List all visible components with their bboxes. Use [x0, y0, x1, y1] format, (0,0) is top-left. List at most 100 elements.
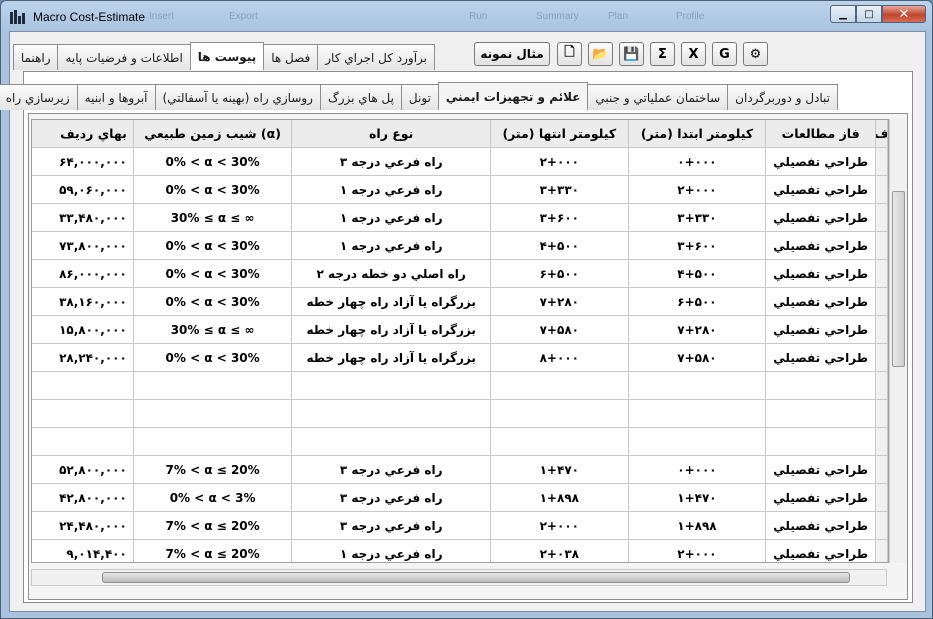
grid-cell[interactable]: راه فرعي درجه ۳: [292, 484, 491, 512]
grid-cell[interactable]: [628, 428, 767, 456]
table-row[interactable]: طراحي تفصيلي ۴+۵۰۰ ۶+۵۰۰ راه اصلي دو خطه در…: [32, 260, 888, 288]
horizontal-scrollbar[interactable]: [31, 569, 887, 586]
grid-cell[interactable]: [876, 372, 888, 400]
grid-cell[interactable]: راه فرعي درجه ۱: [292, 232, 491, 260]
grid-cell[interactable]: [490, 428, 629, 456]
grid-cell[interactable]: طراحي تفصيلي: [766, 232, 877, 260]
column-header-2[interactable]: کيلومتر ابتدا (متر): [628, 120, 767, 148]
grid-cell[interactable]: [876, 428, 888, 456]
settings-button[interactable]: ⚙: [743, 42, 768, 66]
tab-2[interactable]: پيوست ها: [189, 42, 265, 70]
grid-cell[interactable]: ۲+۰۰۰: [628, 176, 767, 204]
grid-cell[interactable]: ۶+۵۰۰: [490, 260, 629, 288]
grid-cell[interactable]: راه فرعي درجه ۱: [292, 204, 491, 232]
grid-cell[interactable]: ۲۸,۲۴۰,۰۰۰: [32, 344, 134, 372]
grid-cell[interactable]: ۷۳,۸۰۰,۰۰۰: [32, 232, 134, 260]
grid-cell[interactable]: 30% ≤ α ≤ ∞: [133, 316, 293, 344]
grid-cell[interactable]: ۵۹,۰۶۰,۰۰۰: [32, 176, 134, 204]
vertical-scrollbar[interactable]: [889, 119, 907, 563]
table-row[interactable]: طراحي تفصيلي ۷+۵۸۰ ۸+۰۰۰ بزرگراه يا آزاد را…: [32, 344, 888, 372]
grid-cell[interactable]: طراحي تفصيلي: [766, 148, 877, 176]
grid-cell[interactable]: ۷+۵۸۰: [628, 344, 767, 372]
inner-tab-5[interactable]: روسازي راه (بهينه يا آسفالتي): [154, 84, 321, 110]
grid-cell[interactable]: ۳۸,۱۶۰,۰۰۰: [32, 288, 134, 316]
grid-cell[interactable]: [876, 260, 888, 288]
grid-cell[interactable]: [490, 372, 629, 400]
grid-cell[interactable]: ۲+۰۰۰: [490, 512, 629, 540]
grid-cell[interactable]: 0% < α < 30%: [133, 260, 293, 288]
table-row[interactable]: طراحي تفصيلي ۳+۶۰۰ ۴+۵۰۰ راه فرعي درجه ۱ 0% …: [32, 232, 888, 260]
new-file-button[interactable]: 🗋: [557, 42, 582, 66]
tab-3[interactable]: اطلاعات و فرضيات پايه: [57, 44, 191, 70]
grid-cell[interactable]: [292, 372, 491, 400]
grid-cell[interactable]: ۴+۵۰۰: [628, 260, 767, 288]
table-row[interactable]: [32, 428, 888, 456]
grid-cell[interactable]: طراحي تفصيلي: [766, 260, 877, 288]
grid-cell[interactable]: بزرگراه يا آزاد راه چهار خطه: [292, 316, 491, 344]
grid-cell[interactable]: [876, 148, 888, 176]
grid-cell[interactable]: [876, 456, 888, 484]
grid-cell[interactable]: [876, 232, 888, 260]
column-header-0[interactable]: ف: [876, 120, 888, 148]
grid-cell[interactable]: طراحي تفصيلي: [766, 344, 877, 372]
grid-cell[interactable]: [628, 400, 767, 428]
grid-cell[interactable]: ۲+۰۰۰: [629, 540, 767, 562]
grid-cell[interactable]: ۳۳,۴۸۰,۰۰۰: [32, 204, 134, 232]
inner-tab-6[interactable]: آبروها و ابنيه: [76, 84, 156, 110]
table-row[interactable]: طراحي تفصيلي ۳+۳۳۰ ۳+۶۰۰ راه فرعي درجه ۱ 30%…: [32, 204, 888, 232]
inner-tab-7[interactable]: زيرسازي راه: [0, 84, 78, 110]
grid-cell[interactable]: [133, 428, 293, 456]
grid-cell[interactable]: [766, 428, 877, 456]
excel-button[interactable]: X: [681, 42, 706, 66]
grid-cell[interactable]: ۹,۰۱۴,۴۰۰: [32, 540, 134, 562]
grid-cell[interactable]: ۱+۸۹۸: [628, 512, 767, 540]
grid-cell[interactable]: 0% < α < 30%: [133, 176, 293, 204]
grid-cell[interactable]: ۰+۰۰۰: [628, 148, 767, 176]
table-row[interactable]: طراحي تفصيلي ۱+۸۹۸ ۲+۰۰۰ راه فرعي درجه ۳ 7% …: [32, 512, 888, 540]
grid-cell[interactable]: [32, 428, 134, 456]
tab-4[interactable]: راهنما: [12, 44, 59, 70]
grid-cell[interactable]: [32, 372, 134, 400]
inner-tab-2[interactable]: علائم و تجهيزات ايمني: [437, 82, 589, 110]
grid-cell[interactable]: ۲+۰۳۸: [491, 540, 629, 562]
grid-cell[interactable]: طراحي تفصيلي: [766, 176, 877, 204]
grid-cell[interactable]: [876, 512, 888, 540]
grid-cell[interactable]: راه فرعي درجه ۳: [292, 148, 491, 176]
open-folder-button[interactable]: 📂: [588, 42, 613, 66]
grid-cell[interactable]: ۶+۵۰۰: [628, 288, 767, 316]
grid-cell[interactable]: 7% < α ≤ 20%: [134, 540, 293, 562]
table-row[interactable]: طراحي تفصيلي ۰+۰۰۰ ۲+۰۰۰ راه فرعي درجه ۳ 0% …: [32, 148, 888, 176]
grid-cell[interactable]: طراحي تفصيلي: [766, 316, 877, 344]
grid-cell[interactable]: طراحي تفصيلي: [766, 204, 877, 232]
grid-cell[interactable]: ۴۲,۸۰۰,۰۰۰: [32, 484, 134, 512]
grid-cell[interactable]: 0% < α < 3%: [133, 484, 293, 512]
minimize-button[interactable]: ▁: [830, 5, 856, 23]
grid-cell[interactable]: [876, 400, 888, 428]
grid-cell[interactable]: راه فرعي درجه ۱: [292, 176, 491, 204]
grid-cell[interactable]: [876, 288, 888, 316]
grid-cell[interactable]: [490, 400, 629, 428]
grid-cell[interactable]: ۰+۰۰۰: [628, 456, 767, 484]
inner-tab-4[interactable]: پل هاي بزرگ: [319, 84, 402, 110]
grid-cell[interactable]: 0% < α < 30%: [133, 344, 293, 372]
grid-cell[interactable]: ۳+۳۳۰: [490, 176, 629, 204]
tab-0[interactable]: برآورد کل اجراي کار: [317, 44, 435, 70]
title-bar[interactable]: Macro Cost-Estimate Insert Export Run Summa…: [1, 1, 932, 31]
grid-cell[interactable]: ۷+۵۸۰: [490, 316, 629, 344]
grid-cell[interactable]: [766, 400, 877, 428]
grid-cell[interactable]: [32, 400, 134, 428]
grid-cell[interactable]: ۶۴,۰۰۰,۰۰۰: [32, 148, 134, 176]
column-header-1[interactable]: فاز مطالعات: [766, 120, 877, 148]
grid-cell[interactable]: بزرگراه يا آزاد راه چهار خطه: [292, 288, 491, 316]
grid-cell[interactable]: 0% < α < 30%: [133, 288, 293, 316]
grid-cell[interactable]: ۴+۵۰۰: [490, 232, 629, 260]
grid-cell[interactable]: طراحي تفصيلي: [766, 512, 877, 540]
vertical-scroll-thumb[interactable]: [892, 191, 905, 367]
column-header-4[interactable]: نوع راه: [292, 120, 491, 148]
save-button[interactable]: 💾: [619, 42, 644, 66]
table-row[interactable]: طراحي تفصيلي ۱+۴۷۰ ۱+۸۹۸ راه فرعي درجه ۳ 0% …: [32, 484, 888, 512]
grid-cell[interactable]: 7% < α ≤ 20%: [133, 512, 293, 540]
grid-cell[interactable]: طراحي تفصيلي: [766, 456, 877, 484]
inner-tab-1[interactable]: ساختمان عملياتي و جنبي: [587, 84, 729, 110]
grid-cell[interactable]: ۲+۰۰۰: [490, 148, 629, 176]
